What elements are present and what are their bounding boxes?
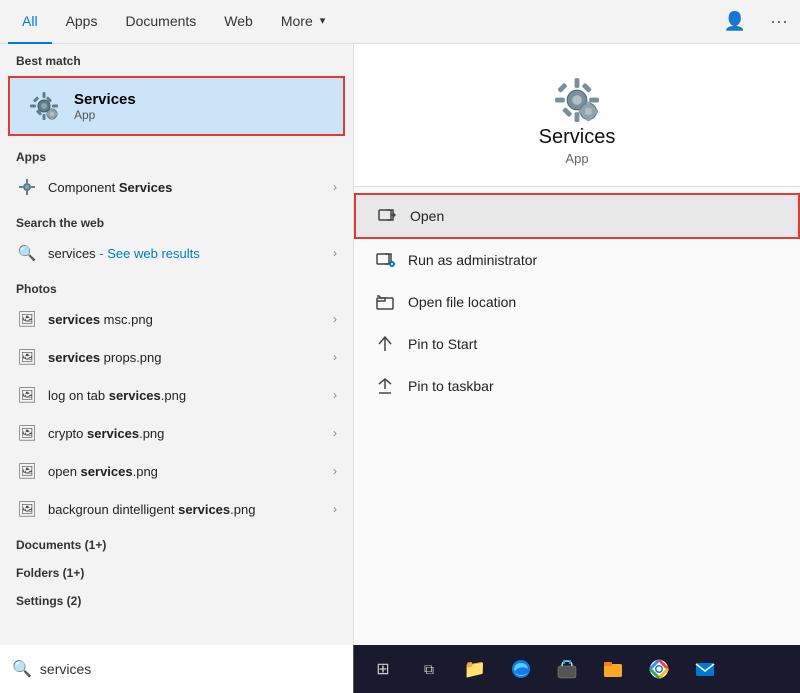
top-nav: All Apps Documents Web More ▾ 👤 ··· [0,0,800,44]
web-search-icon: 🔍 [16,242,38,264]
chevron-icon-1: › [333,180,337,194]
photo-icon-1: 🖼 [16,308,38,330]
web-section-label: Search the web [0,206,353,234]
documents-section-label: Documents (1+) [0,528,353,556]
web-search-item[interactable]: 🔍 services - See web results › [0,234,353,272]
photo-text-5: open services.png [48,464,323,479]
action-open[interactable]: Open [354,193,800,239]
photo-text-4: crypto services.png [48,426,323,441]
open-icon [376,205,398,227]
photo-icon-6: 🖼 [16,498,38,520]
services-app-icon [26,88,62,124]
chevron-down-icon: ▾ [320,14,326,27]
right-panel: Services App Open Run as administrator [354,44,800,645]
run-admin-icon [374,249,396,271]
taskbar: 🔍 ⊞ ⧉ 📁 [0,645,800,693]
more-options-icon[interactable]: ··· [766,7,792,36]
photo-item-6[interactable]: 🖼 backgroun dintelligent services.png › [0,490,353,528]
folders-section-label: Folders (1+) [0,556,353,584]
chevron-photo-6: › [333,502,337,516]
action-run-admin[interactable]: Run as administrator [354,239,800,281]
tab-all[interactable]: All [8,0,52,44]
chevron-photo-5: › [333,464,337,478]
action-pin-start-label: Pin to Start [408,336,477,352]
nav-right-actions: 👤 ··· [720,7,792,36]
action-location-label: Open file location [408,294,516,310]
photo-icon-5: 🖼 [16,460,38,482]
pin-taskbar-icon [374,375,396,397]
photo-text-2: services props.png [48,350,323,365]
settings-section-label: Settings (2) [0,584,353,612]
chevron-photo-4: › [333,426,337,440]
web-search-text: services - See web results [48,246,323,261]
best-match-title: Services [74,91,136,108]
component-services-icon [16,176,38,198]
tab-apps[interactable]: Apps [52,0,112,44]
photo-icon-4: 🖼 [16,422,38,444]
photo-icon-2: 🖼 [16,346,38,368]
store-icon[interactable] [546,645,588,693]
app-detail-type: App [565,151,588,166]
chevron-photo-2: › [333,350,337,364]
search-input[interactable] [40,661,341,677]
photos-section-label: Photos [0,272,353,300]
file-manager-icon[interactable] [592,645,634,693]
tab-documents[interactable]: Documents [111,0,210,44]
photo-text-1: services msc.png [48,312,323,327]
photo-item-5[interactable]: 🖼 open services.png › [0,452,353,490]
action-pin-start[interactable]: Pin to Start [354,323,800,365]
tab-more[interactable]: More ▾ [267,0,339,44]
component-services-item[interactable]: Component Services › [0,168,353,206]
photo-text-3: log on tab services.png [48,388,323,403]
photo-text-6: backgroun dintelligent services.png [48,502,323,517]
file-explorer-icon[interactable]: 📁 [454,645,496,693]
app-detail-name: Services [539,126,616,149]
photo-item-3[interactable]: 🖼 log on tab services.png › [0,376,353,414]
pin-start-icon [374,333,396,355]
task-view-icon[interactable]: ⧉ [408,645,450,693]
task-view-button[interactable]: ⊞ [362,645,404,693]
component-services-text: Component Services [48,180,323,195]
photo-item-1[interactable]: 🖼 services msc.png › [0,300,353,338]
services-gear-icon [26,88,62,124]
action-run-admin-label: Run as administrator [408,252,537,268]
open-location-icon [374,291,396,313]
taskbar-search-icon: 🔍 [12,659,32,679]
edge-browser-icon[interactable] [500,645,542,693]
best-match-item[interactable]: Services App [8,76,345,136]
photo-item-4[interactable]: 🖼 crypto services.png › [0,414,353,452]
app-detail: Services App [354,44,800,187]
action-open-location[interactable]: Open file location [354,281,800,323]
tab-web[interactable]: Web [210,0,267,44]
person-icon[interactable]: 👤 [720,7,750,36]
photo-item-2[interactable]: 🖼 services props.png › [0,338,353,376]
action-list: Open Run as administrator Open file loca… [354,187,800,413]
chevron-photo-3: › [333,388,337,402]
chrome-icon[interactable] [638,645,680,693]
apps-section-label: Apps [0,140,353,168]
chevron-photo-1: › [333,312,337,326]
taskbar-icons: ⊞ ⧉ 📁 [354,645,800,693]
photo-icon-3: 🖼 [16,384,38,406]
best-match-text: Services App [74,91,136,122]
action-pin-taskbar-label: Pin to taskbar [408,378,494,394]
mail-icon[interactable] [684,645,726,693]
best-match-label: Best match [0,44,353,72]
action-pin-taskbar[interactable]: Pin to taskbar [354,365,800,407]
app-detail-icon [551,74,603,126]
chevron-icon-web: › [333,246,337,260]
search-box: 🔍 [0,645,354,693]
action-open-label: Open [410,208,444,224]
best-match-subtitle: App [74,108,136,122]
main-container: Best match [0,44,800,645]
left-panel: Best match [0,44,354,645]
